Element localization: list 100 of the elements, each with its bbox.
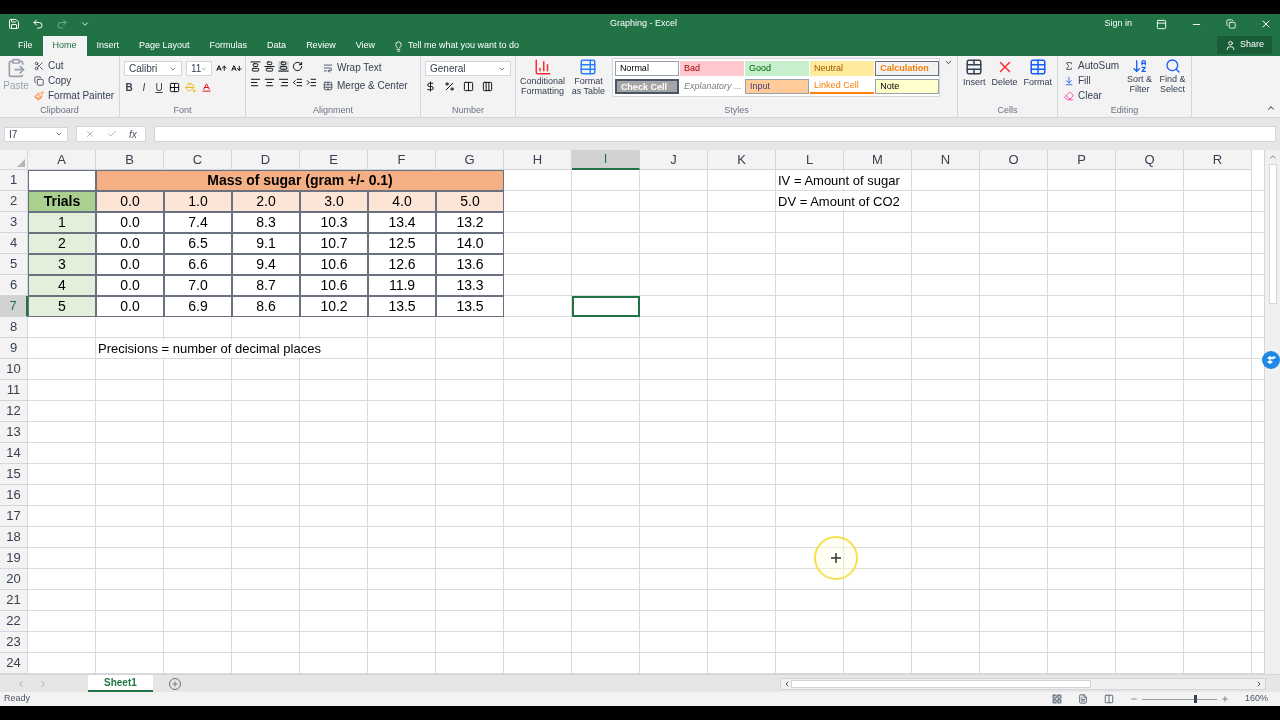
zoom-slider[interactable] <box>1141 695 1217 703</box>
fill-button[interactable]: Fill <box>1062 73 1122 88</box>
column-header[interactable]: A <box>28 150 96 170</box>
conditional-formatting-button[interactable]: Conditional Formatting <box>520 58 566 96</box>
scroll-left-icon[interactable] <box>783 679 791 688</box>
column-header[interactable]: L <box>776 150 844 170</box>
column-header[interactable]: I <box>572 150 640 170</box>
row-header[interactable]: 22 <box>0 611 28 632</box>
restore-icon[interactable] <box>1226 19 1236 29</box>
row-header[interactable]: 19 <box>0 548 28 569</box>
undo-icon[interactable] <box>32 18 44 30</box>
column-header[interactable]: C <box>164 150 232 170</box>
page-layout-icon[interactable] <box>1077 694 1088 704</box>
ribbon-tab[interactable]: Home <box>42 36 87 56</box>
column-header[interactable]: M <box>844 150 912 170</box>
row-header[interactable]: 10 <box>0 359 28 380</box>
ribbon-display-icon[interactable] <box>1156 18 1167 30</box>
format-button[interactable]: B <box>124 80 134 95</box>
format-painter-button[interactable]: Format Painter <box>32 88 117 103</box>
cell-style-swatch[interactable]: Input <box>745 79 810 94</box>
ribbon-tab[interactable]: File <box>8 36 43 56</box>
align-top-icon[interactable] <box>250 61 261 72</box>
row-header[interactable]: 1 <box>0 170 28 191</box>
ribbon-tab[interactable]: Insert <box>86 36 130 56</box>
font-name-dropdown[interactable]: Calibri <box>124 61 182 76</box>
column-header[interactable]: N <box>912 150 980 170</box>
insert-button[interactable]: Insert <box>962 58 987 90</box>
row-header[interactable]: 13 <box>0 422 28 443</box>
scrollbar-thumb[interactable] <box>791 679 1091 688</box>
ribbon-tab[interactable]: View <box>345 36 385 56</box>
ribbon-tab[interactable]: Page Layout <box>129 36 200 56</box>
format-button[interactable]: U <box>154 80 164 95</box>
cut-button[interactable]: Cut <box>32 58 117 73</box>
column-header[interactable]: E <box>300 150 368 170</box>
increase-indent-icon[interactable] <box>306 77 317 88</box>
row-header[interactable]: 16 <box>0 485 28 506</box>
orientation-icon[interactable] <box>292 61 303 72</box>
row-header[interactable]: 23 <box>0 632 28 653</box>
fill-color-icon[interactable] <box>185 82 196 93</box>
merge-center-button[interactable]: Merge & Center <box>321 78 410 93</box>
align-middle-icon[interactable] <box>264 61 275 72</box>
row-header[interactable]: 8 <box>0 317 28 338</box>
row-header[interactable]: 18 <box>0 527 28 548</box>
ribbon-tab[interactable]: Review <box>296 36 346 56</box>
format-as-table-button[interactable]: Format as Table <box>569 58 608 96</box>
row-header[interactable]: 7 <box>0 296 28 317</box>
format-button[interactable]: I <box>139 80 149 95</box>
share-button[interactable]: Share <box>1216 36 1272 54</box>
cell-style-swatch[interactable]: Neutral <box>810 61 875 76</box>
decrease-indent-icon[interactable] <box>292 77 303 88</box>
formula-input[interactable] <box>153 126 1276 142</box>
scrollbar-thumb[interactable] <box>1268 164 1277 304</box>
more-styles-icon[interactable] <box>944 58 953 67</box>
insert-function-button[interactable]: fx <box>129 126 137 142</box>
row-header[interactable]: 14 <box>0 443 28 464</box>
column-header[interactable]: J <box>640 150 708 170</box>
borders-icon[interactable] <box>169 82 180 93</box>
save-icon[interactable] <box>8 18 20 30</box>
zoom-percent[interactable]: 160% <box>1244 692 1268 706</box>
row-header[interactable]: 20 <box>0 569 28 590</box>
tell-me-search[interactable]: Tell me what you want to do <box>385 36 528 56</box>
format-button[interactable]: Format <box>1022 58 1054 90</box>
align-center-icon[interactable] <box>264 77 275 88</box>
row-header[interactable]: 3 <box>0 212 28 233</box>
customize-toolbar-icon[interactable] <box>80 19 90 29</box>
cell-style-swatch[interactable]: Good <box>745 61 810 76</box>
row-header[interactable]: 5 <box>0 254 28 275</box>
font-color-icon[interactable] <box>201 82 212 93</box>
grow-font-icon[interactable] <box>216 63 227 74</box>
column-header[interactable]: F <box>368 150 436 170</box>
column-header[interactable]: B <box>96 150 164 170</box>
column-header[interactable]: O <box>980 150 1048 170</box>
delete-button[interactable]: Delete <box>990 58 1019 90</box>
normal-view-icon[interactable] <box>1051 694 1062 704</box>
horizontal-scrollbar[interactable] <box>780 677 1266 690</box>
wrap-text-button[interactable]: Wrap Text <box>321 60 410 75</box>
selected-cell[interactable] <box>572 296 640 317</box>
align-right-icon[interactable] <box>278 77 289 88</box>
name-box[interactable]: I7 <box>4 126 68 142</box>
cell-style-swatch[interactable]: Normal <box>614 61 679 76</box>
column-header[interactable]: H <box>504 150 572 170</box>
column-header[interactable]: G <box>436 150 504 170</box>
ribbon-tab[interactable]: Data <box>257 36 297 56</box>
column-header[interactable]: Q <box>1116 150 1184 170</box>
row-header[interactable]: 21 <box>0 590 28 611</box>
row-header[interactable]: 6 <box>0 275 28 296</box>
scroll-right-icon[interactable] <box>1255 679 1263 688</box>
collapse-ribbon-icon[interactable] <box>1266 103 1276 113</box>
row-header[interactable]: 2 <box>0 191 28 212</box>
align-bottom-icon[interactable] <box>278 61 289 72</box>
close-icon[interactable] <box>1260 18 1272 30</box>
copy-button[interactable]: Copy <box>32 73 117 88</box>
zoom-slider-thumb[interactable] <box>1193 695 1197 703</box>
shrink-font-icon[interactable] <box>231 63 242 74</box>
currency-icon[interactable] <box>425 81 436 92</box>
row-header[interactable]: 12 <box>0 401 28 422</box>
cell-style-swatch[interactable]: Note <box>875 79 940 94</box>
row-header[interactable]: 9 <box>0 338 28 359</box>
row-header[interactable]: 15 <box>0 464 28 485</box>
ribbon-tab[interactable]: Formulas <box>199 36 258 56</box>
